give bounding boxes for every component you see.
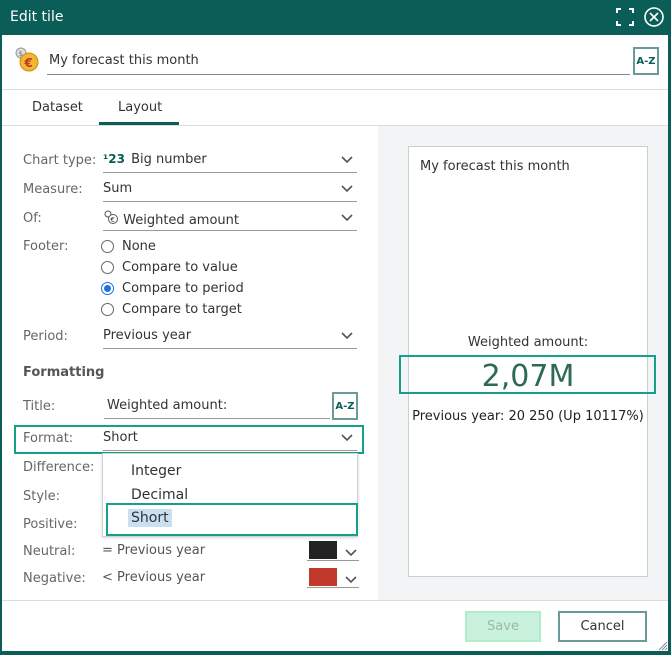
chart-type-select[interactable]: ¹23 Big number [103, 149, 357, 173]
difference-label: Difference: [23, 460, 95, 475]
window-title: Edit tile [10, 9, 64, 25]
of-value: Weighted amount [123, 213, 239, 228]
svg-text:€: € [111, 216, 115, 224]
big-number-icon: ¹23 [103, 152, 125, 166]
radio-label: None [122, 239, 156, 254]
tile-preview: My forecast this month Weighted amount: … [399, 146, 656, 577]
preview-panel: My forecast this month Weighted amount: … [378, 126, 668, 600]
positive-label: Positive: [23, 517, 78, 532]
radio-label: Compare to target [122, 302, 242, 317]
style-label: Style: [23, 489, 61, 504]
formatting-heading: Formatting [23, 365, 105, 380]
negative-color-swatch [309, 568, 337, 586]
close-icon[interactable] [643, 6, 665, 32]
dialog-footer: Save Cancel [2, 600, 668, 651]
format-label: Format: [23, 431, 74, 446]
radio-button-selected[interactable] [101, 282, 114, 295]
chevron-down-icon [345, 573, 357, 588]
preview-title: My forecast this month [420, 159, 570, 174]
radio-label: Compare to period [122, 281, 244, 296]
preview-footer: Previous year: 20 250 (Up 10117%) [412, 409, 644, 424]
neutral-text: = Previous year [102, 543, 206, 558]
resize-grip-icon[interactable] [656, 639, 668, 651]
radio-button[interactable] [101, 261, 114, 274]
radio-button[interactable] [101, 303, 114, 316]
active-tab-indicator [99, 122, 179, 125]
format-value: Short [103, 430, 138, 445]
negative-label: Negative: [23, 571, 86, 586]
title-bar: Edit tile [0, 0, 671, 35]
svg-text:€: € [24, 56, 33, 70]
measure-select[interactable]: Sum [103, 178, 357, 202]
title-label: Title: [23, 399, 56, 414]
of-select[interactable]: € Weighted amount [103, 207, 357, 231]
period-value: Previous year [103, 328, 192, 343]
format-select[interactable]: Short [103, 427, 357, 451]
tile-name-input[interactable] [47, 47, 630, 75]
neutral-color-select[interactable] [307, 539, 359, 561]
negative-text: < Previous year [102, 570, 206, 585]
chevron-down-icon [345, 546, 357, 561]
chevron-down-icon [341, 329, 353, 344]
chevron-down-icon [341, 182, 353, 197]
radio-button[interactable] [101, 240, 114, 253]
footer-radio-compare-target[interactable]: Compare to target [101, 302, 242, 317]
edit-tile-dialog: $€ A-Z Dataset Layout Chart type: ¹23 Bi… [2, 35, 668, 651]
of-label: Of: [23, 211, 42, 226]
format-dropdown: Integer Decimal Short [102, 453, 358, 537]
cancel-button[interactable]: Cancel [558, 611, 647, 642]
chevron-down-icon [341, 431, 353, 446]
footer-label: Footer: [23, 239, 69, 254]
maximize-icon[interactable] [615, 7, 635, 31]
neutral-color-swatch [309, 541, 337, 559]
period-select[interactable]: Previous year [103, 325, 357, 349]
chart-type-label: Chart type: [23, 153, 97, 168]
chevron-down-icon [341, 211, 353, 226]
tile-header: $€ A-Z [2, 35, 668, 89]
format-option-decimal[interactable]: Decimal [131, 487, 188, 503]
neutral-label: Neutral: [23, 544, 76, 559]
short-option-highlight [106, 503, 358, 536]
title-input[interactable]: Weighted amount: [104, 395, 330, 419]
measure-label: Measure: [23, 182, 83, 197]
big-number-highlight [399, 355, 656, 394]
title-value: Weighted amount: [107, 398, 228, 413]
layout-form: Chart type: ¹23 Big number Measure: Sum … [2, 126, 378, 600]
chevron-down-icon [341, 153, 353, 168]
euro-coin-icon: $ € [14, 47, 40, 73]
translate-title-button[interactable]: A-Z [633, 47, 659, 75]
radio-label: Compare to value [122, 260, 238, 275]
euro-coin-icon: € [103, 210, 119, 228]
format-option-integer[interactable]: Integer [131, 463, 181, 479]
footer-radio-compare-value[interactable]: Compare to value [101, 260, 238, 275]
translate-format-title-button[interactable]: A-Z [332, 392, 358, 420]
tab-bar: Dataset Layout [2, 89, 668, 126]
tab-dataset[interactable]: Dataset [32, 100, 83, 115]
measure-value: Sum [103, 181, 133, 196]
tab-layout[interactable]: Layout [118, 100, 162, 115]
negative-color-select[interactable] [307, 566, 359, 588]
footer-radio-compare-period[interactable]: Compare to period [101, 281, 244, 296]
footer-radio-none[interactable]: None [101, 239, 156, 254]
save-button[interactable]: Save [465, 611, 541, 642]
preview-subtitle: Weighted amount: [467, 335, 589, 350]
chart-type-value: Big number [131, 152, 207, 167]
period-label: Period: [23, 329, 68, 344]
